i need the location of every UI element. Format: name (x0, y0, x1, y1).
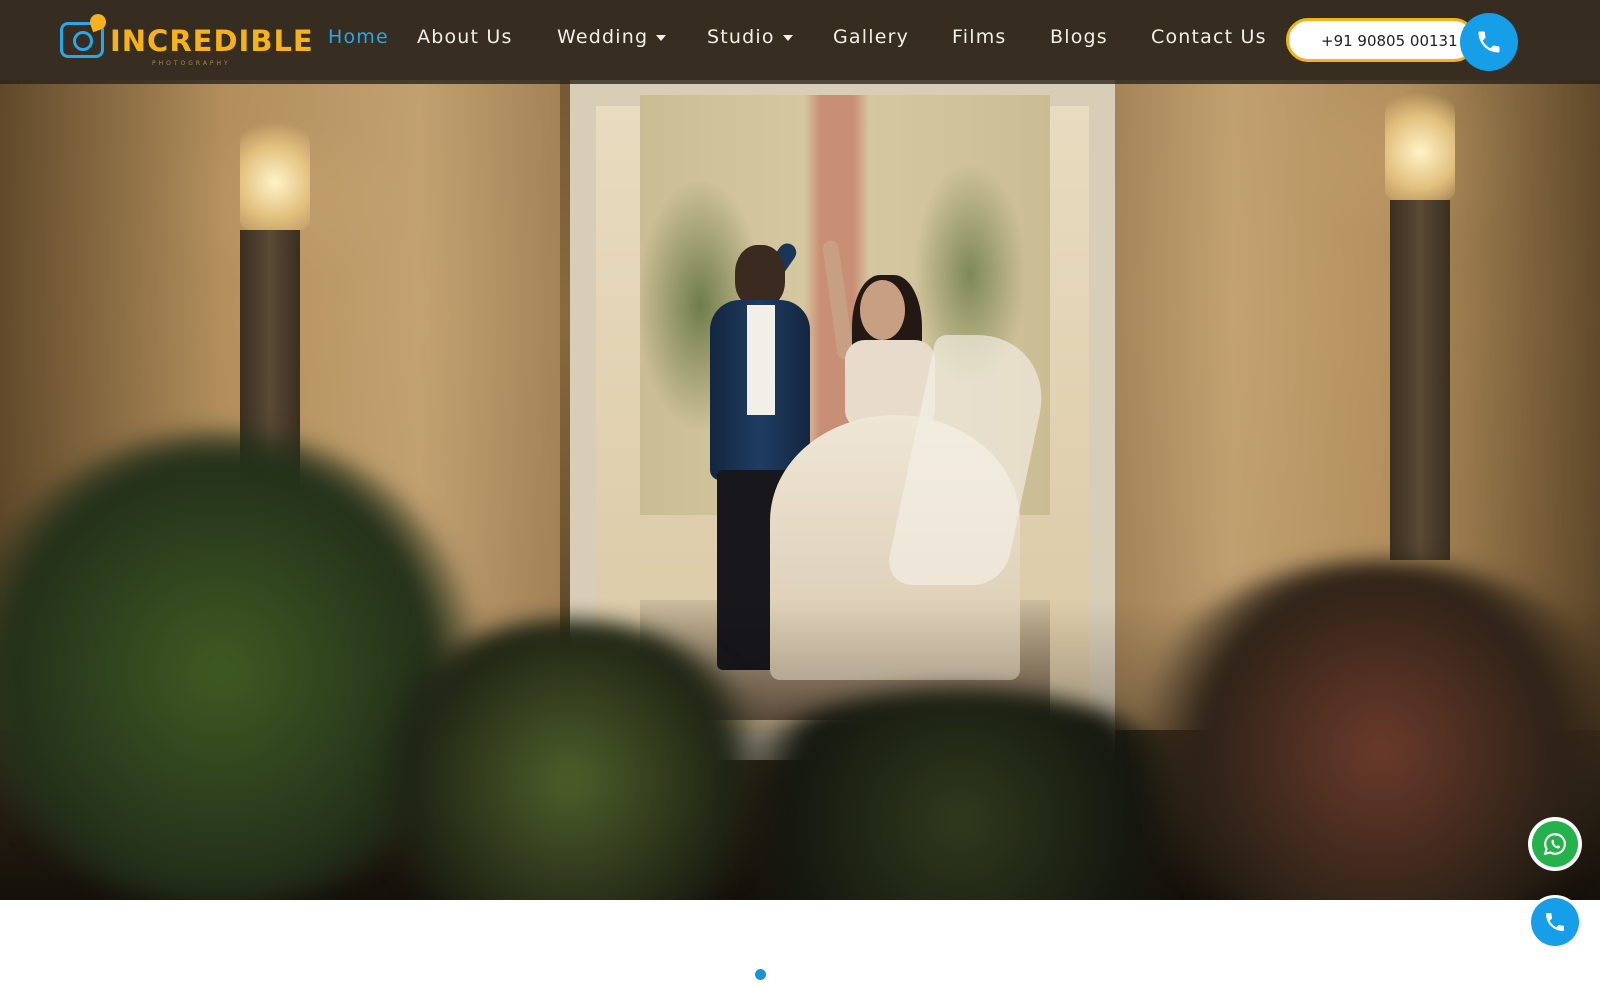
whatsapp-button[interactable] (1528, 817, 1582, 871)
nav-wedding-label: Wedding (557, 26, 649, 48)
brand-name: INCREDIBLE (110, 24, 314, 58)
phone-icon[interactable] (1460, 13, 1518, 71)
right-lamp (1385, 80, 1455, 200)
nav-home[interactable]: Home (328, 26, 389, 56)
nav-studio[interactable]: Studio (707, 26, 793, 56)
call-button[interactable] (1528, 895, 1582, 949)
nav-studio-label: Studio (707, 26, 775, 48)
brand-tagline: PHOTOGRAPHY (152, 60, 231, 67)
nav-films[interactable]: Films (952, 26, 1007, 56)
hero-image (0, 0, 1600, 900)
carousel-indicator-dot[interactable] (755, 969, 766, 980)
nav-about-us[interactable]: About Us (417, 26, 513, 56)
top-navbar: INCREDIBLE PHOTOGRAPHY Home About Us Wed… (0, 0, 1600, 84)
brand-logo[interactable]: INCREDIBLE PHOTOGRAPHY (60, 11, 313, 68)
nav-blogs[interactable]: Blogs (1050, 26, 1108, 56)
nav-contact-us[interactable]: Contact Us (1151, 26, 1267, 56)
whatsapp-icon (1532, 821, 1578, 867)
phone-number: +91 90805 00131 (1321, 32, 1458, 50)
phone-icon (1531, 898, 1579, 946)
left-lamp (240, 110, 310, 230)
nav-gallery[interactable]: Gallery (833, 26, 909, 56)
caret-down-icon (656, 34, 667, 41)
caret-down-icon (782, 34, 793, 41)
phone-number-button[interactable]: +91 90805 00131 (1286, 18, 1476, 62)
nav-wedding[interactable]: Wedding (557, 26, 667, 56)
right-lamp-post (1390, 200, 1450, 560)
